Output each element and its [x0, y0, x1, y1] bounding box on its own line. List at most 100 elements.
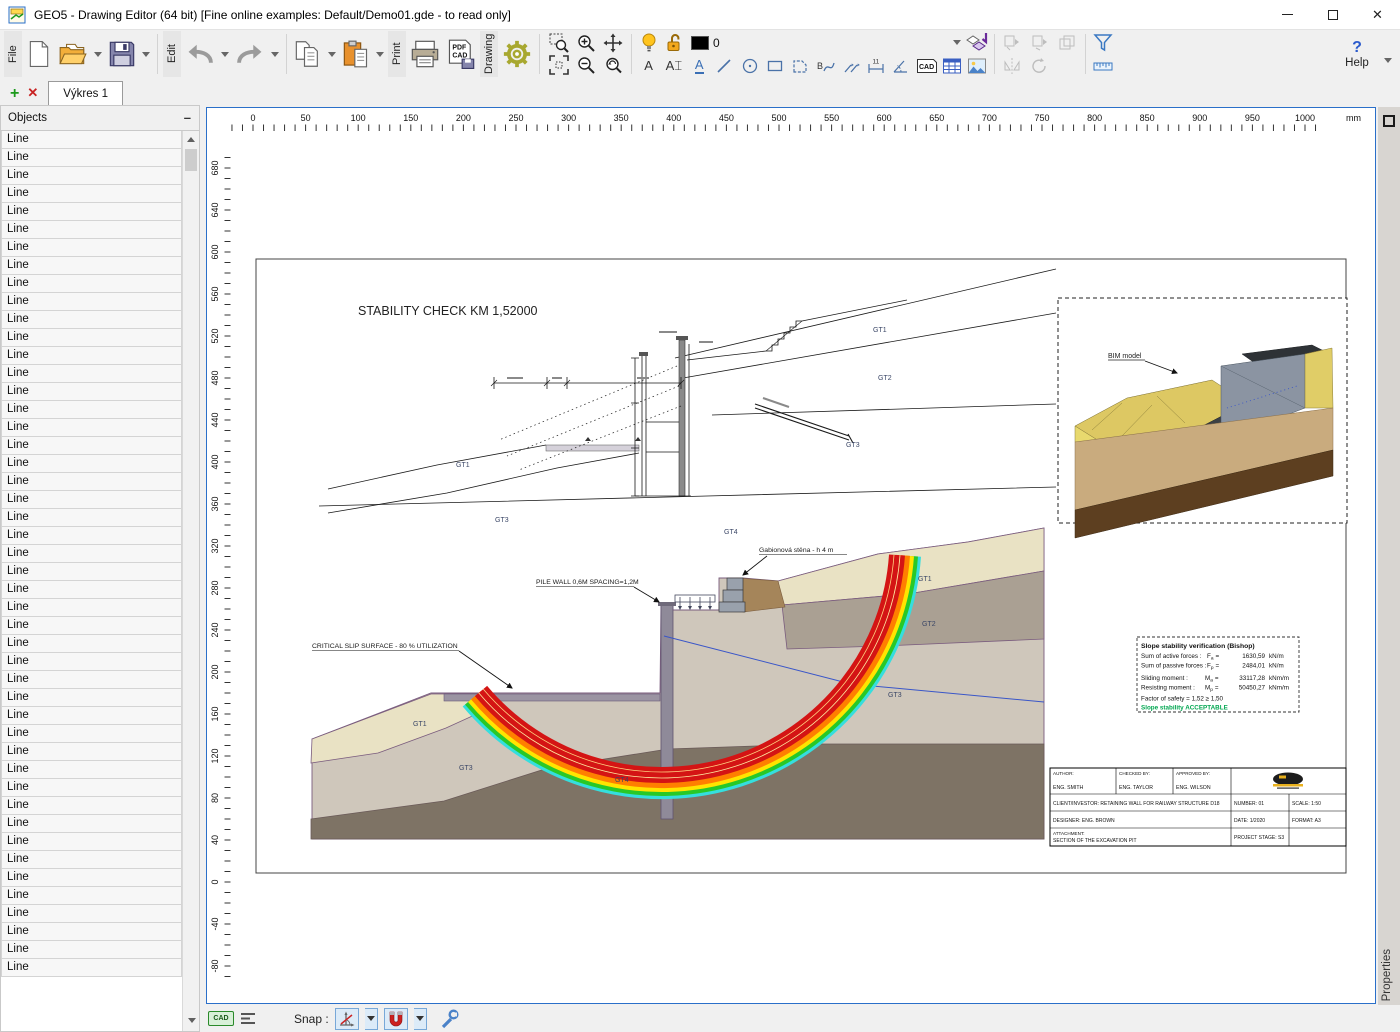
- add-circle-button[interactable]: [738, 56, 761, 76]
- tab-vykres-1[interactable]: Výkres 1: [48, 81, 123, 105]
- properties-tab[interactable]: Properties: [1381, 949, 1393, 1001]
- add-polygon-button[interactable]: [789, 56, 812, 76]
- list-item[interactable]: Line: [1, 328, 182, 347]
- list-item[interactable]: Line: [1, 796, 182, 815]
- close-sheet-button[interactable]: ✕: [27, 85, 38, 101]
- list-item[interactable]: Line: [1, 238, 182, 257]
- maximize-button[interactable]: [1310, 0, 1355, 30]
- collapse-panel-button[interactable]: –: [184, 111, 191, 124]
- pen-color-selector[interactable]: 0: [689, 33, 722, 53]
- rotate-button[interactable]: [1028, 56, 1052, 76]
- add-line-button[interactable]: [713, 56, 736, 76]
- list-item[interactable]: Line: [1, 832, 182, 851]
- line-style-icon[interactable]: [240, 1011, 258, 1027]
- list-item[interactable]: Line: [1, 922, 182, 941]
- help-dropdown[interactable]: [1384, 58, 1392, 63]
- paste-dropdown[interactable]: [376, 51, 384, 57]
- zoom-out-button[interactable]: [574, 55, 598, 75]
- list-item[interactable]: Line: [1, 382, 182, 401]
- settings-wrench-icon[interactable]: [439, 1009, 459, 1029]
- add-dimension-button[interactable]: 11: [865, 56, 888, 76]
- list-item[interactable]: Line: [1, 418, 182, 437]
- list-item[interactable]: Line: [1, 814, 182, 833]
- list-item[interactable]: Line: [1, 868, 182, 887]
- list-item[interactable]: Line: [1, 940, 182, 959]
- add-text-button[interactable]: A: [637, 56, 660, 76]
- lock-toggle[interactable]: [663, 33, 687, 53]
- add-angle-dimension-button[interactable]: [890, 56, 913, 76]
- insert-table-button[interactable]: [940, 56, 963, 76]
- print-button[interactable]: [408, 32, 442, 76]
- open-file-button[interactable]: [56, 32, 90, 76]
- visibility-toggle[interactable]: [637, 33, 661, 53]
- list-item[interactable]: Line: [1, 598, 182, 617]
- list-item[interactable]: Line: [1, 220, 182, 239]
- cad-status-icon[interactable]: CAD: [208, 1011, 234, 1026]
- save-dropdown[interactable]: [142, 51, 150, 57]
- snap-mode-button[interactable]: [334, 1007, 359, 1030]
- list-item[interactable]: Line: [1, 310, 182, 329]
- add-spline-button[interactable]: B: [814, 56, 837, 76]
- list-item[interactable]: Line: [1, 526, 182, 545]
- new-file-button[interactable]: [24, 32, 54, 76]
- measure-button[interactable]: [1091, 56, 1115, 76]
- list-item[interactable]: Line: [1, 508, 182, 527]
- add-sheet-button[interactable]: +: [10, 86, 19, 102]
- filter-button[interactable]: [1091, 33, 1115, 53]
- list-item[interactable]: Line: [1, 184, 182, 203]
- minimize-button[interactable]: [1265, 0, 1310, 30]
- list-item[interactable]: Line: [1, 346, 182, 365]
- magnet-snap-dropdown[interactable]: [413, 1007, 427, 1030]
- insert-cad-button[interactable]: CAD: [915, 56, 938, 76]
- panel-square-icon[interactable]: [1383, 115, 1395, 127]
- snap-mode-dropdown[interactable]: [364, 1007, 378, 1030]
- list-item[interactable]: Line: [1, 256, 182, 275]
- apply-properties-button[interactable]: [1028, 33, 1052, 53]
- list-item[interactable]: Line: [1, 904, 182, 923]
- undo-button[interactable]: [183, 32, 217, 76]
- list-item[interactable]: Line: [1, 778, 182, 797]
- zoom-previous-button[interactable]: [601, 55, 625, 75]
- copy-objects-button[interactable]: [1056, 33, 1080, 53]
- pan-button[interactable]: [601, 33, 625, 53]
- list-item[interactable]: Line: [1, 131, 182, 149]
- insert-image-button[interactable]: [966, 56, 989, 76]
- copy-button[interactable]: [292, 32, 324, 76]
- objects-scrollbar[interactable]: [182, 131, 199, 1031]
- drawing-settings-button[interactable]: [500, 32, 534, 76]
- scroll-down-icon[interactable]: [187, 1018, 196, 1023]
- magnet-snap-button[interactable]: [383, 1007, 408, 1030]
- mirror-button[interactable]: [1000, 56, 1024, 76]
- list-item[interactable]: Line: [1, 166, 182, 185]
- list-item[interactable]: Line: [1, 616, 182, 635]
- list-item[interactable]: Line: [1, 490, 182, 509]
- edit-text-button[interactable]: A⌶: [662, 56, 685, 76]
- list-item[interactable]: Line: [1, 292, 182, 311]
- list-item[interactable]: Line: [1, 454, 182, 473]
- list-item[interactable]: Line: [1, 274, 182, 293]
- save-button[interactable]: [106, 32, 138, 76]
- list-item[interactable]: Line: [1, 148, 182, 167]
- list-item[interactable]: Line: [1, 958, 182, 977]
- redo-dropdown[interactable]: [271, 51, 279, 57]
- close-button[interactable]: ✕: [1355, 0, 1400, 30]
- list-item[interactable]: Line: [1, 850, 182, 869]
- help-button[interactable]: ? Help: [1328, 39, 1392, 69]
- list-item[interactable]: Line: [1, 400, 182, 419]
- list-item[interactable]: Line: [1, 652, 182, 671]
- list-item[interactable]: Line: [1, 706, 182, 725]
- list-item[interactable]: Line: [1, 544, 182, 563]
- list-item[interactable]: Line: [1, 760, 182, 779]
- paste-button[interactable]: [340, 32, 372, 76]
- list-item[interactable]: Line: [1, 562, 182, 581]
- list-item[interactable]: Line: [1, 634, 182, 653]
- list-item[interactable]: Line: [1, 436, 182, 455]
- list-item[interactable]: Line: [1, 580, 182, 599]
- pen-style-dropdown[interactable]: [953, 40, 961, 45]
- list-item[interactable]: Line: [1, 202, 182, 221]
- text-style-button[interactable]: A: [688, 56, 711, 76]
- open-dropdown[interactable]: [94, 51, 102, 57]
- copy-dropdown[interactable]: [328, 51, 336, 57]
- list-item[interactable]: Line: [1, 688, 182, 707]
- add-multiline-button[interactable]: [839, 56, 862, 76]
